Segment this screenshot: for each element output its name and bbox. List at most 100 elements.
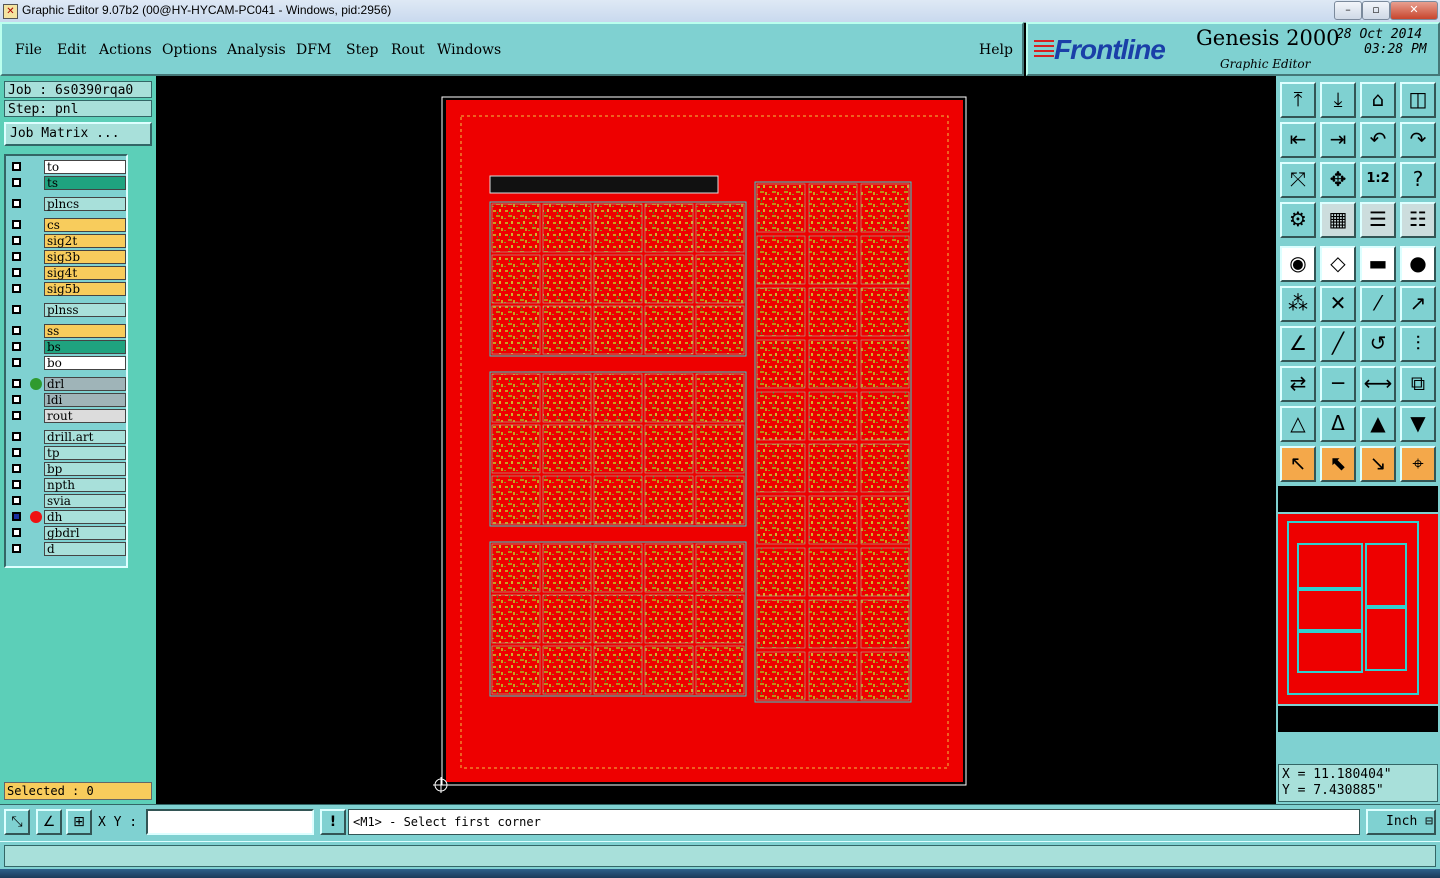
layer-row-svia[interactable]: svia	[10, 494, 128, 509]
close-icon[interactable]: ✕	[1390, 1, 1438, 20]
home-icon[interactable]: ⌂	[1360, 82, 1396, 118]
circle-icon[interactable]: ●	[1400, 246, 1436, 282]
layer-name[interactable]: svia	[44, 494, 126, 508]
zoom-fit-icon[interactable]: ⤧	[1280, 162, 1316, 198]
triangle-down-icon[interactable]: ▼	[1400, 406, 1436, 442]
layer-row-bs[interactable]: bs	[10, 340, 128, 355]
cross-icon[interactable]: ✕	[1320, 286, 1356, 322]
unit-selector[interactable]: Inch ⊟	[1366, 809, 1436, 835]
layer-name[interactable]: drill.art	[44, 430, 126, 444]
select-icon[interactable]: ⬉	[1320, 446, 1356, 482]
layer-checkbox[interactable]	[12, 305, 21, 314]
window-icon[interactable]: ◫	[1400, 82, 1436, 118]
route-icon[interactable]: ⌖	[1400, 446, 1436, 482]
menu-edit[interactable]: Edit	[57, 42, 86, 58]
layer-checkbox[interactable]	[12, 480, 21, 489]
layer-row-sig5b[interactable]: sig5b	[10, 282, 128, 297]
layer-checkbox[interactable]	[12, 178, 21, 187]
triangle-a-icon[interactable]: Δ	[1320, 406, 1356, 442]
menu-dfm[interactable]: DFM	[296, 42, 331, 58]
layer-name[interactable]: bs	[44, 340, 126, 354]
menu-windows[interactable]: Windows	[437, 42, 501, 58]
export-icon[interactable]: ⇥	[1320, 122, 1356, 158]
line-icon[interactable]: ◇	[1320, 246, 1356, 282]
slash-icon[interactable]: ╱	[1320, 326, 1356, 362]
scale-1-2-icon[interactable]: 1:2	[1360, 162, 1396, 198]
layer-row-tp[interactable]: tp	[10, 446, 128, 461]
layer-row-plnss[interactable]: plnss	[10, 303, 128, 318]
mirror-icon[interactable]: ⫶	[1400, 326, 1436, 362]
maximize-icon[interactable]: ▫	[1362, 1, 1390, 20]
layer-checkbox[interactable]	[12, 342, 21, 351]
layer-name[interactable]: cs	[44, 218, 126, 232]
layer-name[interactable]: gbdrl	[44, 526, 126, 540]
overview-map[interactable]	[1278, 514, 1438, 704]
arrow-icon[interactable]: ↗	[1400, 286, 1436, 322]
layers-icon[interactable]: ☰	[1360, 202, 1396, 238]
layer-row-ldi[interactable]: ldi	[10, 393, 128, 408]
zoom-home-icon[interactable]: ✥	[1320, 162, 1356, 198]
layer-checkbox[interactable]	[12, 284, 21, 293]
menu-file[interactable]: File	[15, 42, 42, 58]
alert-button[interactable]: !	[320, 809, 346, 835]
layer-row-npth[interactable]: npth	[10, 478, 128, 493]
layer-row-plncs[interactable]: plncs	[10, 197, 128, 212]
layer-row-bp[interactable]: bp	[10, 462, 128, 477]
menu-analysis[interactable]: Analysis	[227, 42, 286, 58]
layer-name[interactable]: to	[44, 160, 126, 174]
triangle-up-icon[interactable]: ▲	[1360, 406, 1396, 442]
layer-checkbox[interactable]	[12, 448, 21, 457]
xy-input[interactable]	[146, 809, 314, 835]
layer-row-sig2t[interactable]: sig2t	[10, 234, 128, 249]
pad-icon[interactable]: ◉	[1280, 246, 1316, 282]
layer-name[interactable]: ldi	[44, 393, 126, 407]
dash-icon[interactable]: ─	[1320, 366, 1356, 402]
layer-checkbox[interactable]	[12, 411, 21, 420]
minimize-icon[interactable]: –	[1334, 1, 1362, 20]
layer-name[interactable]: sig3b	[44, 250, 126, 264]
ruler-icon[interactable]: ▬	[1360, 246, 1396, 282]
layer-name[interactable]: ts	[44, 176, 126, 190]
menu-actions[interactable]: Actions	[99, 42, 152, 58]
layer-row-sig4t[interactable]: sig4t	[10, 266, 128, 281]
layer-name[interactable]: rout	[44, 409, 126, 423]
layers-alt-icon[interactable]: ☷	[1400, 202, 1436, 238]
layer-name[interactable]: d	[44, 542, 126, 556]
layer-row-to[interactable]: to	[10, 160, 128, 175]
layer-checkbox[interactable]	[12, 162, 21, 171]
segment-icon[interactable]: ⁄	[1360, 286, 1396, 322]
arc-icon[interactable]: ↺	[1360, 326, 1396, 362]
layer-row-rout[interactable]: rout	[10, 409, 128, 424]
layer-checkbox[interactable]	[12, 326, 21, 335]
node-icon[interactable]: ⁂	[1280, 286, 1316, 322]
import-icon[interactable]: ⇤	[1280, 122, 1316, 158]
layer-checkbox[interactable]	[12, 379, 21, 388]
layer-row-d[interactable]: d	[10, 542, 128, 557]
graphic-canvas[interactable]	[156, 76, 1276, 804]
panel-drawing[interactable]	[156, 76, 1276, 804]
layer-name[interactable]: sig5b	[44, 282, 126, 296]
layer-row-bo[interactable]: bo	[10, 356, 128, 371]
menu-step[interactable]: Step	[346, 42, 378, 58]
layer-checkbox[interactable]	[12, 512, 21, 521]
redo-icon[interactable]: ↷	[1400, 122, 1436, 158]
copy-icon[interactable]: ⧉	[1400, 366, 1436, 402]
layer-row-sig3b[interactable]: sig3b	[10, 250, 128, 265]
move-icon[interactable]: ⇄	[1280, 366, 1316, 402]
app-icon[interactable]: ✕	[3, 4, 18, 19]
layer-checkbox[interactable]	[12, 268, 21, 277]
layer-name[interactable]: ss	[44, 324, 126, 338]
select-alt-icon[interactable]: ↘	[1360, 446, 1396, 482]
grid-snap-icon[interactable]: ⊞	[66, 809, 92, 835]
layer-name[interactable]: npth	[44, 478, 126, 492]
layer-row-gbdrl[interactable]: gbdrl	[10, 526, 128, 541]
snap-icon[interactable]: ⤡	[4, 809, 30, 835]
grid-icon[interactable]: ▦	[1320, 202, 1356, 238]
layer-name[interactable]: bp	[44, 462, 126, 476]
layer-checkbox[interactable]	[12, 358, 21, 367]
layer-row-drl[interactable]: drl	[10, 377, 128, 392]
layer-row-dh[interactable]: dh	[10, 510, 128, 525]
layer-name[interactable]: tp	[44, 446, 126, 460]
angle-icon[interactable]: ∠	[1280, 326, 1316, 362]
layer-name[interactable]: plnss	[44, 303, 126, 317]
